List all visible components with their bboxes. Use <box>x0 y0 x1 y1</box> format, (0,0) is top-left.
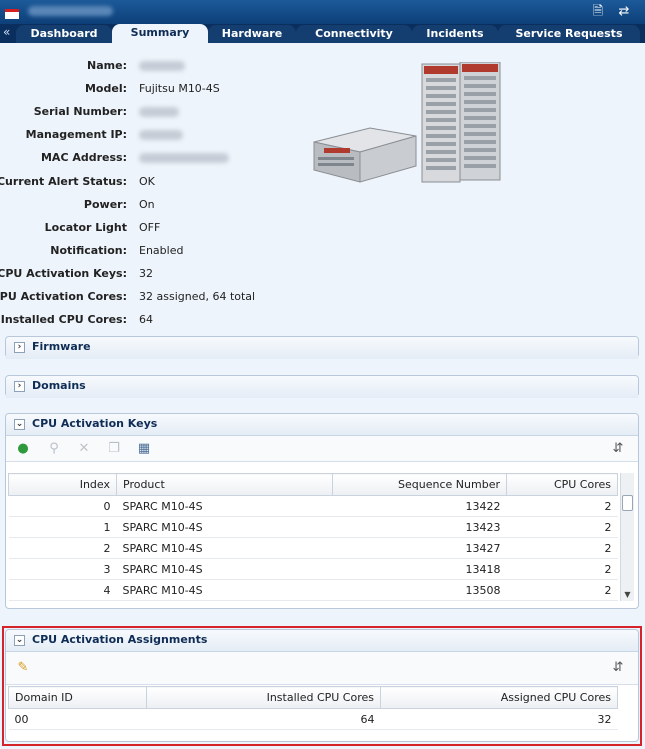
domains-title: Domains <box>32 379 86 392</box>
installed-cores-value: 64 <box>139 313 153 326</box>
window-title-redacted <box>28 6 113 16</box>
name-value <box>139 59 185 72</box>
table-row[interactable]: 4 SPARC M10-4S 13508 2 <box>8 579 618 601</box>
power-label: Power: <box>83 198 127 211</box>
scroll-thumb[interactable] <box>622 495 633 511</box>
mac-address-value <box>139 151 229 164</box>
tab-bar: « Dashboard Summary Hardware Connectivit… <box>0 24 645 43</box>
view-details-icon[interactable]: ⚲ <box>46 441 62 457</box>
domains-header[interactable]: › Domains <box>6 376 638 398</box>
expand-icon[interactable]: › <box>14 381 25 392</box>
cpu-keys-label: CPU Activation Keys: <box>0 267 127 280</box>
add-icon[interactable]: ● <box>15 441 31 457</box>
power-value: On <box>139 198 155 211</box>
col-index[interactable]: Index <box>8 473 117 496</box>
management-ip-value <box>139 128 183 141</box>
collapse-nav-icon[interactable]: « <box>3 25 10 39</box>
highlight-box <box>2 626 642 746</box>
vertical-scrollbar[interactable]: ▼ <box>620 473 634 601</box>
firmware-header[interactable]: › Firmware <box>6 337 638 359</box>
tab-connectivity[interactable]: Connectivity <box>296 25 412 43</box>
serial-value <box>139 105 179 118</box>
refresh-icon[interactable]: ⇵ <box>610 441 626 457</box>
firmware-panel: › Firmware <box>5 336 639 359</box>
cpu-cores-label: CPU Activation Cores: <box>0 290 127 303</box>
cpu-keys-table: Index Product Sequence Number CPU Cores … <box>8 473 618 601</box>
table-row[interactable]: 2 SPARC M10-4S 13427 2 <box>8 537 618 559</box>
col-cpu-cores[interactable]: CPU Cores <box>506 473 618 496</box>
model-value: Fujitsu M10-4S <box>139 82 220 95</box>
table-row[interactable]: 0 SPARC M10-4S 13422 2 <box>8 495 618 517</box>
management-ip-label: Management IP: <box>25 128 127 141</box>
tab-incidents[interactable]: Incidents <box>412 25 498 43</box>
col-sequence-number[interactable]: Sequence Number <box>332 473 507 496</box>
delete-icon[interactable]: ✕ <box>76 441 92 457</box>
cpu-keys-toolbar: ● ⚲ ✕ ❐ ▦ ⇵ <box>6 436 638 462</box>
locator-light-label: Locator Light <box>44 221 127 234</box>
name-label: Name: <box>87 59 127 72</box>
tab-service-requests[interactable]: Service Requests <box>498 25 640 43</box>
firmware-title: Firmware <box>32 340 91 353</box>
domains-panel: › Domains <box>5 375 639 398</box>
title-bar: 🗎 ⇄ <box>0 0 645 24</box>
mac-address-label: MAC Address: <box>40 151 127 164</box>
locator-light-value: OFF <box>139 221 161 234</box>
document-icon[interactable]: 🗎 <box>590 4 606 20</box>
col-product[interactable]: Product <box>116 473 333 496</box>
cpu-cores-value: 32 assigned, 64 total <box>139 290 256 303</box>
tab-hardware[interactable]: Hardware <box>208 25 296 43</box>
installed-cores-label: Installed CPU Cores: <box>0 313 127 326</box>
collapse-icon[interactable]: ⌄ <box>14 419 25 430</box>
serial-label: Serial Number: <box>33 105 127 118</box>
cpu-keys-panel: ⌄ CPU Activation Keys ● ⚲ ✕ ❐ ▦ ⇵ Index … <box>5 413 639 609</box>
alert-status-value: OK <box>139 175 155 188</box>
cpu-keys-header[interactable]: ⌄ CPU Activation Keys <box>6 414 638 436</box>
table-row[interactable]: 1 SPARC M10-4S 13423 2 <box>8 516 618 538</box>
copy-icon[interactable]: ❐ <box>106 441 122 457</box>
app-logo-icon <box>5 9 19 19</box>
table-row[interactable]: 3 SPARC M10-4S 13418 2 <box>8 558 618 580</box>
tab-summary[interactable]: Summary <box>112 24 208 43</box>
scroll-down-icon[interactable]: ▼ <box>622 590 633 599</box>
cpu-keys-value: 32 <box>139 267 153 280</box>
refresh-arrows-icon[interactable]: ⇄ <box>616 4 632 20</box>
export-table-icon[interactable]: ▦ <box>136 441 152 457</box>
server-image <box>313 62 501 183</box>
cpu-keys-title: CPU Activation Keys <box>32 417 158 430</box>
tab-dashboard[interactable]: Dashboard <box>16 25 112 43</box>
notification-value: Enabled <box>139 244 184 257</box>
expand-icon[interactable]: › <box>14 342 25 353</box>
alert-status-label: Current Alert Status: <box>0 175 127 188</box>
model-label: Model: <box>84 82 127 95</box>
notification-label: Notification: <box>50 244 127 257</box>
cpu-keys-table-wrap: Index Product Sequence Number CPU Cores … <box>8 473 618 601</box>
